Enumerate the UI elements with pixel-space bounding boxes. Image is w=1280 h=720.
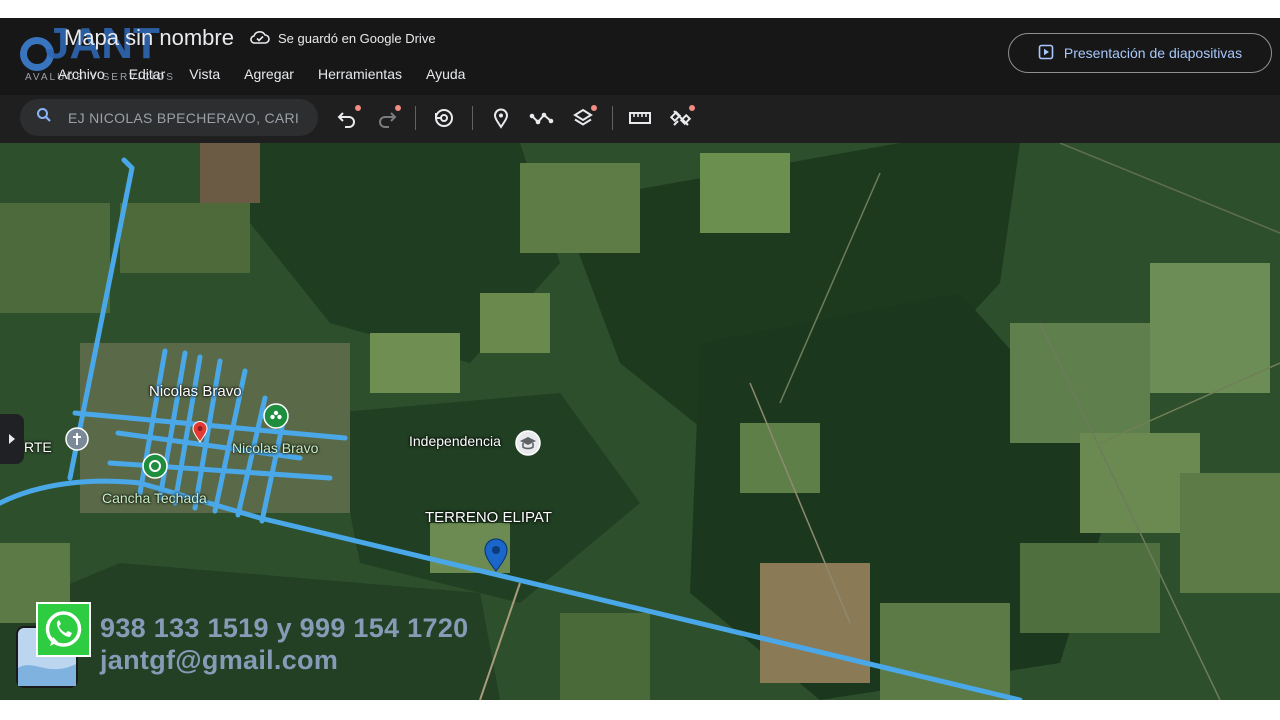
terrain-label: TERRENO ELIPAT	[425, 509, 552, 526]
sports-venue-icon	[142, 453, 168, 479]
toolbar-divider	[415, 106, 416, 130]
map-pin-icon	[192, 421, 208, 443]
ruler-icon	[629, 112, 651, 124]
menu-herramientas[interactable]: Herramientas	[318, 66, 402, 82]
edge-label: RTE	[24, 439, 52, 455]
drive-status-text: Se guardó en Google Drive	[278, 31, 436, 46]
slideshow-label: Presentación de diapositivas	[1063, 45, 1243, 61]
layers-badge	[591, 105, 597, 111]
red-pin-marker[interactable]	[192, 421, 208, 448]
village-poi-label: Nicolas Bravo	[232, 440, 319, 456]
park-marker[interactable]	[263, 403, 289, 434]
school-marker[interactable]	[515, 430, 541, 461]
undo-badge	[355, 105, 361, 111]
terrain-pin-marker[interactable]	[483, 538, 509, 577]
placemark-icon	[493, 108, 509, 129]
search-icon	[36, 107, 52, 128]
map-layers-button[interactable]	[569, 104, 597, 132]
menu-ayuda[interactable]: Ayuda	[426, 66, 465, 82]
map-pin-icon	[484, 538, 508, 572]
redo-button[interactable]	[373, 104, 401, 132]
sidebar-toggle[interactable]	[0, 414, 24, 464]
chevron-right-icon	[9, 434, 15, 444]
school-label: Independencia	[409, 433, 501, 449]
add-placemark-button[interactable]	[487, 104, 515, 132]
path-icon	[529, 112, 554, 125]
menu-vista[interactable]: Vista	[189, 66, 220, 82]
satellite-tools-button[interactable]	[667, 104, 695, 132]
undo-icon	[337, 112, 355, 128]
history-icon	[435, 109, 453, 127]
redo-badge	[395, 105, 401, 111]
church-icon	[65, 427, 89, 451]
slideshow-button[interactable]: Presentación de diapositivas	[1008, 33, 1272, 73]
measure-button[interactable]	[626, 104, 654, 132]
menu-agregar[interactable]: Agregar	[244, 66, 294, 82]
undo-button[interactable]	[333, 104, 361, 132]
draw-path-button[interactable]	[528, 104, 556, 132]
menu-bar: Archivo Editar Vista Agregar Herramienta…	[58, 66, 465, 82]
church-marker[interactable]	[65, 427, 89, 456]
search-input[interactable]	[66, 108, 310, 127]
toolbar-divider	[612, 106, 613, 130]
drive-status: Se guardó en Google Drive	[250, 29, 436, 48]
menu-editar[interactable]: Editar	[129, 66, 166, 82]
map-title[interactable]: Mapa sin nombre	[64, 25, 234, 51]
slideshow-icon	[1038, 44, 1054, 63]
park-icon	[263, 403, 289, 429]
redo-icon	[379, 112, 397, 128]
search-box[interactable]	[20, 99, 318, 136]
menu-archivo[interactable]: Archivo	[58, 66, 105, 82]
layers-icon	[573, 108, 593, 126]
satellite-badge	[689, 105, 695, 111]
contact-phones: 938 133 1519 y 999 154 1720	[100, 613, 469, 643]
toolbar-divider	[472, 106, 473, 130]
contact-email: jantgf@gmail.com	[100, 645, 339, 675]
cloud-done-icon	[250, 29, 270, 48]
whatsapp-icon	[38, 604, 89, 655]
court-label: Cancha Techada	[102, 490, 207, 506]
school-icon	[515, 430, 541, 456]
historical-view-button[interactable]	[430, 104, 458, 132]
whatsapp-logo	[36, 602, 91, 657]
court-marker[interactable]	[142, 453, 168, 484]
village-label: Nicolas Bravo	[149, 383, 242, 400]
